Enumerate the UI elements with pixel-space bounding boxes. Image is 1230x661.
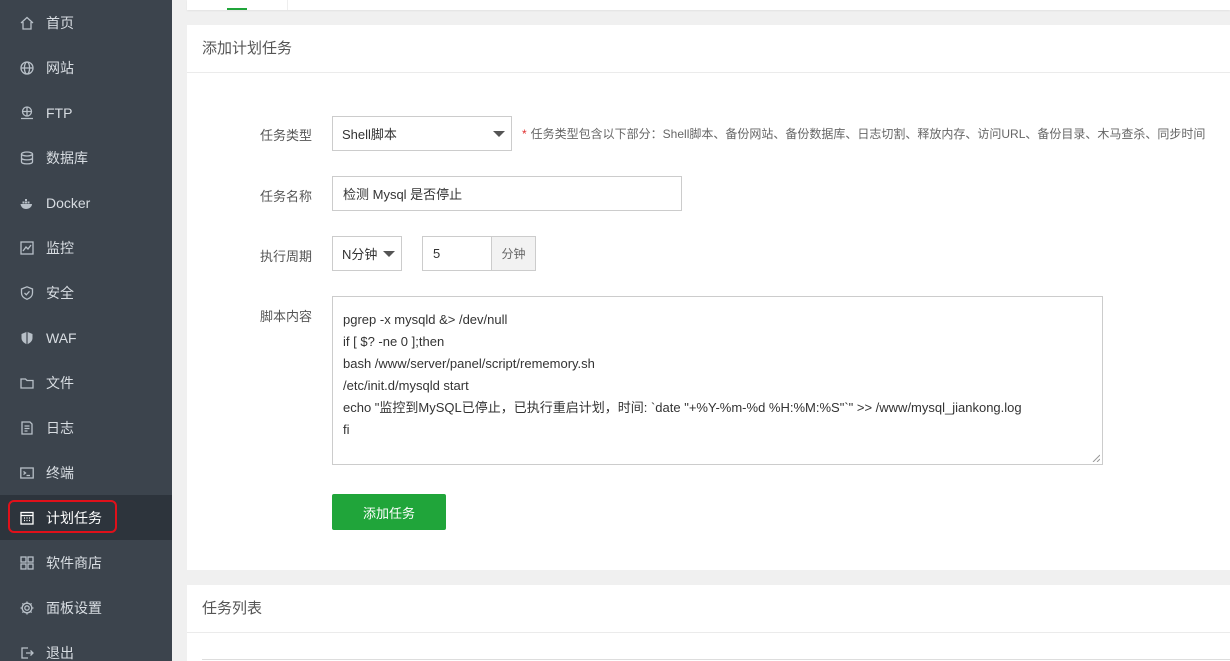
- add-task-button[interactable]: 添加任务: [332, 494, 446, 530]
- script-line: echo "监控到MySQL已停止，已执行重启计划，时间: `date "+%Y…: [343, 400, 1022, 415]
- sidebar-item-label: 软件商店: [46, 554, 102, 571]
- resize-handle-icon[interactable]: [1092, 454, 1100, 462]
- sidebar-item-logout[interactable]: 退出: [0, 630, 172, 661]
- chevron-down-icon: [493, 131, 505, 137]
- sidebar-item-label: 安全: [46, 284, 74, 301]
- sidebar-item-database[interactable]: 数据库: [0, 135, 172, 180]
- sidebar-item-folder[interactable]: 文件: [0, 360, 172, 405]
- period-select[interactable]: N分钟: [332, 236, 402, 271]
- home-icon: [19, 15, 35, 31]
- sidebar-item-ftp[interactable]: FTP: [0, 90, 172, 135]
- task-type-label: 任务类型: [260, 128, 313, 143]
- task-list-panel: 任务列表: [187, 585, 1230, 661]
- script-line: fi: [343, 422, 350, 437]
- sidebar-item-log[interactable]: 日志: [0, 405, 172, 450]
- sidebar-item-label: 监控: [46, 239, 74, 256]
- sidebar-item-label: 计划任务: [46, 509, 102, 526]
- sidebar-item-label: 退出: [46, 644, 74, 661]
- period-label: 执行周期: [260, 249, 313, 264]
- script-line: /etc/init.d/mysqld start: [343, 378, 469, 393]
- sidebar-item-waf-shield[interactable]: WAF: [0, 315, 172, 360]
- script-line: if [ $? -ne 0 ];then: [343, 334, 445, 349]
- add-task-title: 添加计划任务: [187, 25, 1230, 73]
- sidebar-item-home[interactable]: 首页: [0, 0, 172, 45]
- period-value: N分钟: [342, 247, 378, 262]
- sidebar-item-globe[interactable]: 网站: [0, 45, 172, 90]
- sidebar-item-label: 数据库: [46, 149, 88, 166]
- log-icon: [19, 420, 35, 436]
- sidebar-item-apps-grid[interactable]: 软件商店: [0, 540, 172, 585]
- calendar-icon: [19, 510, 35, 526]
- sidebar-item-label: 面板设置: [46, 599, 102, 616]
- active-tab-indicator: [227, 8, 247, 10]
- globe-icon: [19, 60, 35, 76]
- chevron-down-icon: [383, 251, 395, 257]
- task-name-input[interactable]: 检测 Mysql 是否停止: [332, 176, 682, 211]
- ftp-icon: [19, 105, 35, 121]
- sidebar-item-label: 文件: [46, 374, 74, 391]
- minutes-unit: 分钟: [491, 236, 536, 271]
- sidebar-item-terminal[interactable]: 终端: [0, 450, 172, 495]
- sidebar-item-docker[interactable]: Docker: [0, 180, 172, 225]
- terminal-icon: [19, 465, 35, 481]
- sidebar-item-label: Docker: [46, 194, 91, 211]
- task-type-value: Shell脚本: [342, 127, 397, 142]
- sidebar-item-gear[interactable]: 面板设置: [0, 585, 172, 630]
- logout-icon: [19, 645, 35, 661]
- docker-icon: [19, 195, 35, 211]
- top-tab-strip: [187, 0, 1230, 10]
- task-type-select[interactable]: Shell脚本: [332, 116, 512, 151]
- sidebar-item-label: 日志: [46, 419, 74, 436]
- sidebar-item-calendar[interactable]: 计划任务: [0, 495, 172, 540]
- add-task-panel: 添加计划任务 任务类型 Shell脚本 * 任务类型包含以下部分：Shell脚本、…: [187, 25, 1230, 570]
- divider: [202, 659, 1230, 660]
- sidebar: 首页网站 FTP 数据库 Docker 监控安全 WAF 文件日志终端计划任务软件商店面板设…: [0, 0, 172, 661]
- sidebar-item-label: 首页: [46, 14, 74, 31]
- monitor-icon: [19, 240, 35, 256]
- sidebar-item-label: 网站: [46, 59, 74, 76]
- sidebar-item-shield[interactable]: 安全: [0, 270, 172, 315]
- folder-icon: [19, 375, 35, 391]
- sidebar-item-label: WAF: [46, 329, 77, 346]
- minutes-input[interactable]: 5: [422, 236, 492, 271]
- script-textarea[interactable]: pgrep -x mysqld &> /dev/null if [ $? -ne …: [332, 296, 1103, 465]
- shield-icon: [19, 285, 35, 301]
- gear-icon: [19, 600, 35, 616]
- script-label: 脚本内容: [260, 309, 313, 324]
- sidebar-item-label: 终端: [46, 464, 74, 481]
- waf-shield-icon: [19, 330, 35, 346]
- task-name-label: 任务名称: [260, 189, 313, 204]
- apps-grid-icon: [19, 555, 35, 571]
- script-line: bash /www/server/panel/script/rememory.s…: [343, 356, 595, 371]
- database-icon: [19, 150, 35, 166]
- task-list-title: 任务列表: [187, 585, 1230, 633]
- sidebar-item-label: FTP: [46, 104, 73, 121]
- task-type-hint: * 任务类型包含以下部分：Shell脚本、备份网站、备份数据库、日志切割、释放内存…: [522, 127, 1206, 141]
- sidebar-item-monitor[interactable]: 监控: [0, 225, 172, 270]
- script-line: pgrep -x mysqld &> /dev/null: [343, 312, 508, 327]
